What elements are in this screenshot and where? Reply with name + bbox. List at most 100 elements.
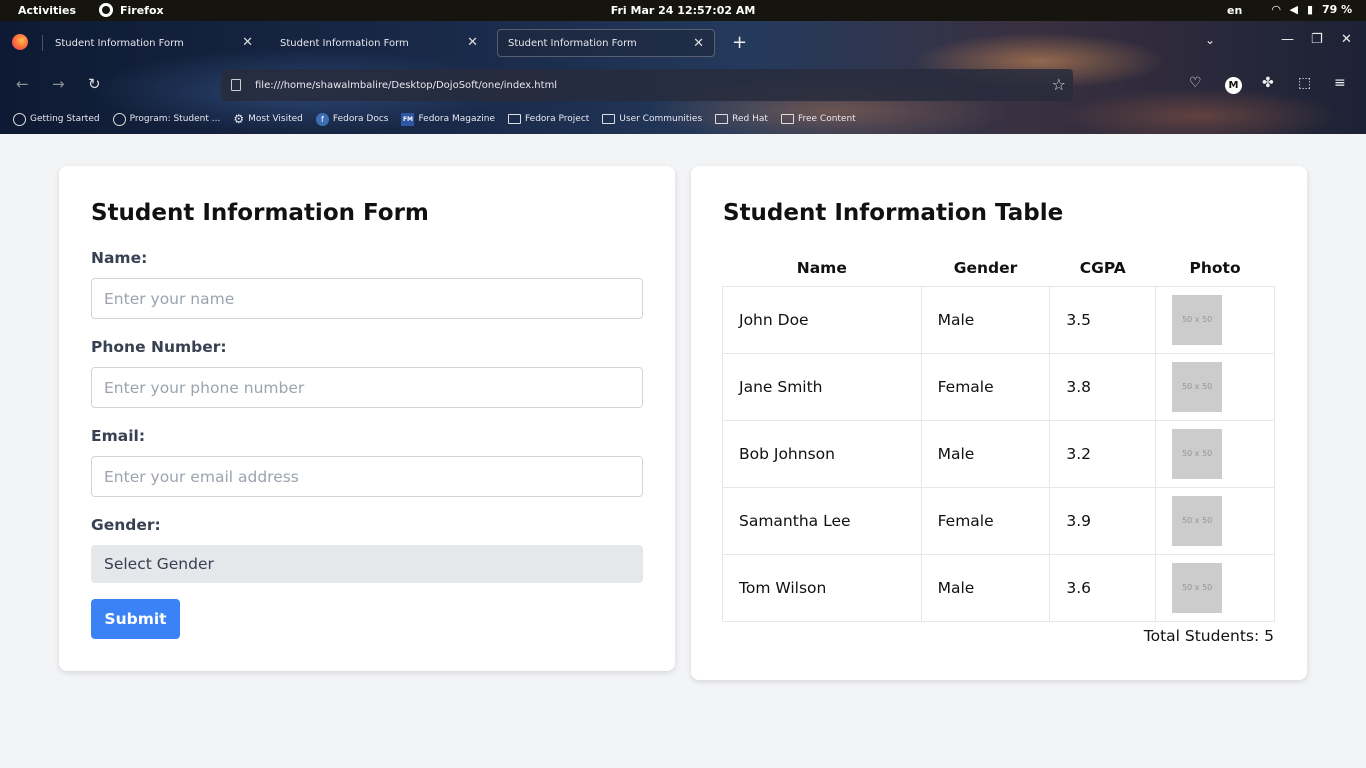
tab-title: Student Information Form	[280, 37, 409, 49]
maximize-icon[interactable]: ❐	[1311, 32, 1323, 47]
cell-name: John Doe	[722, 285, 922, 354]
cell-photo: 50 x 50	[1155, 486, 1275, 555]
new-tab-icon[interactable]: +	[732, 32, 747, 53]
fm-icon: FM	[401, 112, 415, 126]
bookmark-getting-started[interactable]: Getting Started	[13, 112, 100, 126]
bookmark-program-student[interactable]: Program: Student ...	[112, 112, 221, 126]
reload-icon[interactable]: ↻	[88, 75, 101, 93]
url-text[interactable]: file:///home/shawalmbalire/Desktop/DojoS…	[255, 80, 557, 91]
cell-gender: Male	[920, 285, 1051, 354]
tab-title: Student Information Form	[55, 37, 184, 49]
student-table: Name Gender CGPA Photo John Doe Male 3.5…	[722, 250, 1275, 622]
table-row: John Doe Male 3.5 50 x 50	[722, 285, 1275, 354]
email-label: Email:	[91, 427, 146, 445]
header-photo: Photo	[1189, 258, 1241, 277]
bookmark-label: Fedora Project	[524, 114, 590, 124]
close-tab-icon[interactable]: ✕	[242, 35, 253, 50]
bookmark-red-hat[interactable]: Red Hat	[715, 114, 768, 124]
student-table-card: Student Information Table Name Gender CG…	[691, 166, 1307, 680]
photo-placeholder: 50 x 50	[1172, 361, 1223, 412]
cell-photo: 50 x 50	[1155, 285, 1275, 354]
pocket-icon[interactable]: ♡	[1189, 75, 1202, 91]
table-title: Student Information Table	[723, 200, 1064, 226]
hamburger-menu-icon[interactable]: ≡	[1334, 75, 1346, 91]
forward-arrow-icon[interactable]: →	[52, 75, 65, 93]
firefox-view-icon[interactable]	[12, 34, 28, 50]
bookmark-label: Fedora Magazine	[418, 114, 495, 124]
cell-cgpa: 3.6	[1049, 553, 1157, 622]
cell-cgpa: 3.5	[1049, 285, 1157, 354]
bookmark-most-visited[interactable]: ⚙ Most Visited	[233, 112, 303, 126]
cell-gender: Male	[920, 553, 1051, 622]
bookmark-free-content[interactable]: Free Content	[780, 114, 856, 124]
name-input[interactable]	[91, 278, 643, 319]
close-window-icon[interactable]: ✕	[1341, 32, 1352, 47]
globe-icon	[112, 112, 126, 126]
back-arrow-icon[interactable]: ←	[16, 75, 29, 93]
tab-separator	[42, 35, 43, 51]
account-avatar-icon[interactable]: M	[1225, 77, 1242, 94]
total-students: Total Students: 5	[1143, 627, 1274, 645]
input-language[interactable]: en	[1227, 4, 1242, 17]
header-cgpa: CGPA	[1079, 258, 1126, 277]
close-tab-icon[interactable]: ✕	[693, 36, 704, 51]
bookmark-fedora-docs[interactable]: f Fedora Docs	[315, 112, 389, 126]
phone-label: Phone Number:	[91, 338, 227, 356]
cell-photo: 50 x 50	[1155, 352, 1275, 421]
cell-gender: Female	[920, 486, 1051, 555]
wifi-icon: ◠	[1272, 3, 1281, 16]
gender-select[interactable]: Select Gender	[91, 545, 643, 583]
cell-gender: Female	[920, 352, 1051, 421]
close-tab-icon[interactable]: ✕	[467, 35, 478, 50]
submit-button[interactable]: Submit	[91, 599, 180, 639]
cell-cgpa: 3.2	[1049, 419, 1157, 488]
photo-placeholder: 50 x 50	[1172, 495, 1223, 546]
folder-icon	[780, 114, 794, 124]
system-top-bar: Activities Firefox Fri Mar 24 12:57:02 A…	[0, 0, 1366, 21]
clock[interactable]: Fri Mar 24 12:57:02 AM	[0, 4, 1366, 17]
form-title: Student Information Form	[91, 200, 429, 226]
globe-icon	[13, 112, 26, 126]
bookmark-user-communities[interactable]: User Communities	[602, 114, 702, 124]
minimize-icon[interactable]: —	[1281, 32, 1294, 47]
gender-label: Gender:	[91, 516, 161, 534]
email-input[interactable]	[91, 456, 643, 497]
battery-level: 79 %	[1322, 3, 1353, 16]
folder-icon	[507, 114, 521, 124]
table-header-row: Name Gender CGPA Photo	[723, 250, 1275, 286]
volume-icon: ◀	[1289, 3, 1298, 16]
bookmark-label: Free Content	[797, 114, 856, 124]
tab-2[interactable]: Student Information Form ✕	[270, 29, 488, 57]
extension-paw-icon[interactable]: ✤	[1262, 75, 1274, 91]
table-row: Jane Smith Female 3.8 50 x 50	[722, 352, 1275, 421]
cell-cgpa: 3.9	[1049, 486, 1157, 555]
list-tabs-chevron-icon[interactable]: ⌄	[1205, 33, 1215, 47]
bookmark-label: Most Visited	[248, 114, 303, 124]
cell-name: Samantha Lee	[722, 486, 922, 555]
bookmark-label: Fedora Docs	[332, 114, 389, 124]
url-bar[interactable]: file:///home/shawalmbalire/Desktop/DojoS…	[221, 69, 1073, 101]
cell-name: Bob Johnson	[722, 419, 922, 488]
tab-title: Student Information Form	[508, 37, 637, 49]
battery-icon: ▮	[1306, 3, 1313, 16]
gear-icon: ⚙	[233, 112, 245, 126]
tab-3-active[interactable]: Student Information Form ✕	[497, 29, 715, 57]
name-label: Name:	[91, 249, 148, 267]
bookmark-fedora-project[interactable]: Fedora Project	[507, 114, 590, 124]
bookmark-star-icon[interactable]: ☆	[1052, 75, 1066, 94]
extensions-puzzle-icon[interactable]: ⬚	[1298, 75, 1311, 91]
cell-photo: 50 x 50	[1155, 553, 1275, 622]
tab-1[interactable]: Student Information Form ✕	[45, 29, 263, 57]
cell-photo: 50 x 50	[1155, 419, 1275, 488]
phone-input[interactable]	[91, 367, 643, 408]
photo-placeholder: 50 x 50	[1172, 294, 1223, 345]
header-gender: Gender	[953, 258, 1018, 277]
system-menu[interactable]: ◠ ◀ ▮ 79 %	[1272, 3, 1352, 16]
page-icon	[231, 79, 241, 91]
bookmark-fedora-magazine[interactable]: FM Fedora Magazine	[401, 112, 495, 126]
fedora-icon: f	[315, 112, 329, 126]
bookmark-label: Program: Student ...	[129, 114, 221, 124]
bookmark-label: Red Hat	[732, 114, 768, 124]
folder-icon	[602, 114, 616, 124]
bookmark-label: Getting Started	[30, 114, 100, 124]
